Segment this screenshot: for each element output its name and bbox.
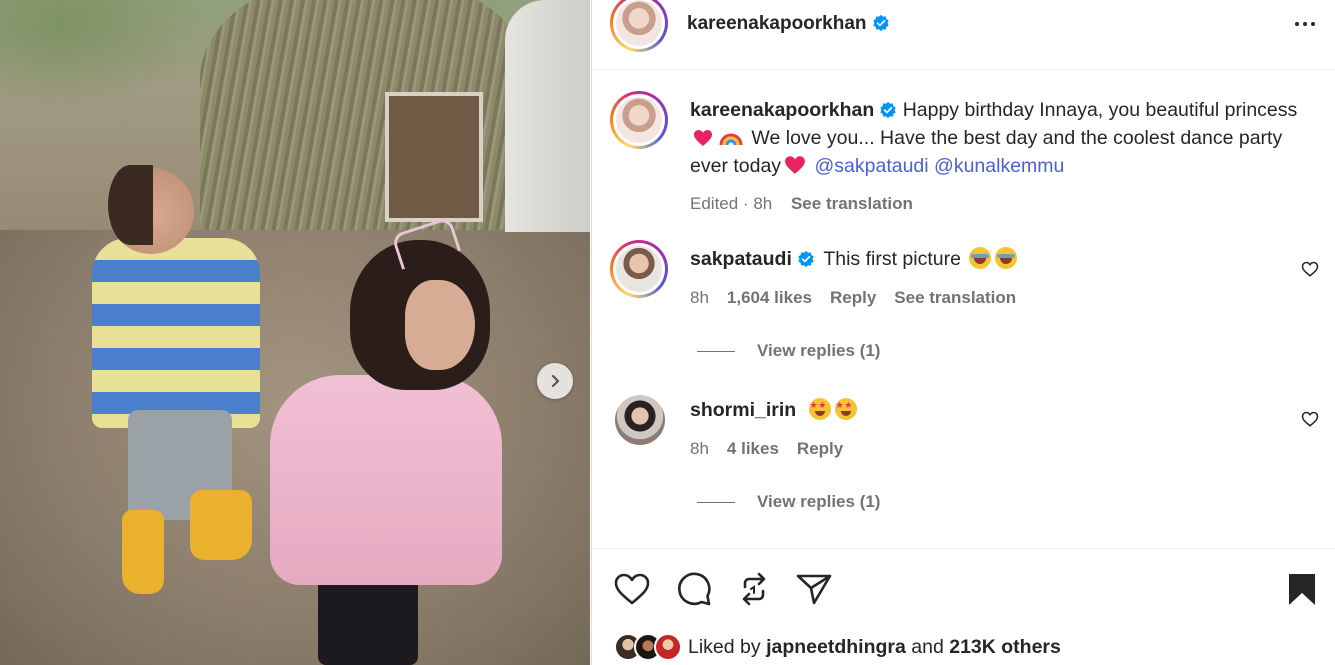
share-icon[interactable] xyxy=(794,569,834,609)
photo-boy-hair xyxy=(108,165,153,245)
caption-meta: Edited · 8h See translation xyxy=(690,194,913,213)
more-options-icon[interactable] xyxy=(1288,10,1322,38)
post-photo[interactable] xyxy=(0,0,590,665)
comment-2-actions: 8h 4 likes Reply xyxy=(690,439,843,459)
divider-line xyxy=(697,501,735,503)
author-avatar[interactable] xyxy=(610,0,668,52)
photo-boot-right xyxy=(190,490,252,560)
caption-time[interactable]: 8h xyxy=(753,194,772,213)
photo-hut-door xyxy=(385,92,483,222)
author-username[interactable]: kareenakapoorkhan xyxy=(687,13,867,34)
divider-line xyxy=(697,350,735,352)
post-header: kareenakapoorkhan xyxy=(592,0,1335,70)
liked-by-conjunction: and xyxy=(911,635,944,658)
see-translation-link[interactable]: See translation xyxy=(894,288,1016,308)
caption-username[interactable]: kareenakapoorkhan xyxy=(690,99,874,121)
laughing-emoji-icon xyxy=(995,247,1018,269)
reply-button[interactable]: Reply xyxy=(797,439,843,459)
comment-time[interactable]: 8h xyxy=(690,288,709,308)
laughing-emoji-icon xyxy=(969,247,992,269)
view-replies-button[interactable]: View replies (1) xyxy=(697,341,880,361)
view-replies-button[interactable]: View replies (1) xyxy=(697,492,880,512)
comment-like-heart-icon[interactable] xyxy=(1301,410,1319,428)
photo-tarp xyxy=(505,0,590,232)
comment-text: This first picture xyxy=(823,248,961,270)
mention-link[interactable]: @sakpataudi xyxy=(814,155,928,177)
photo-girl-sweater xyxy=(270,375,502,585)
reply-button[interactable]: Reply xyxy=(830,288,876,308)
comment-likes[interactable]: 4 likes xyxy=(727,439,779,459)
liked-by-user[interactable]: japneetdhingra xyxy=(766,636,906,658)
post-action-bar: Liked by japneetdhingra and 213K others xyxy=(592,548,1335,665)
comment-1-actions: 8h 1,604 likes Reply See translation xyxy=(690,288,1016,308)
comment-username[interactable]: sakpataudi xyxy=(690,248,792,270)
next-arrow-icon xyxy=(551,374,560,388)
comment-icon[interactable] xyxy=(674,569,714,609)
photo-boy-sweater xyxy=(92,238,260,428)
photo-girl-face xyxy=(405,280,475,370)
comment-like-heart-icon[interactable] xyxy=(1301,260,1319,278)
heart-icon[interactable] xyxy=(612,569,652,609)
post-details-panel: kareenakapoorkhan kareenakapoorkhan Happ… xyxy=(591,0,1335,665)
see-translation-link[interactable]: See translation xyxy=(791,194,913,213)
pink-heart-emoji-icon xyxy=(694,130,712,146)
photo-trees xyxy=(0,0,200,110)
mention-link[interactable]: @kunalkemmu xyxy=(934,155,1064,177)
liked-by-others[interactable]: 213K others xyxy=(949,636,1061,658)
comment-1-body: sakpataudi This first picture xyxy=(690,247,1018,271)
comment-likes[interactable]: 1,604 likes xyxy=(727,288,812,308)
star-struck-emoji-icon xyxy=(808,398,831,420)
post-caption: kareenakapoorkhan Happy birthday Innaya,… xyxy=(690,96,1310,218)
caption-text: Happy birthday Innaya, you beautiful pri… xyxy=(902,99,1298,121)
photo-boot-left xyxy=(122,510,164,594)
repost-icon[interactable] xyxy=(734,569,774,609)
comment-avatar[interactable] xyxy=(610,240,668,298)
verified-badge-icon xyxy=(872,14,889,32)
comment-2-body: shormi_irin xyxy=(690,398,857,422)
edited-label: Edited xyxy=(690,194,739,213)
verified-badge-icon xyxy=(798,250,814,268)
pink-heart-emoji-icon xyxy=(785,156,805,174)
star-struck-emoji-icon xyxy=(834,398,857,420)
comment-time[interactable]: 8h xyxy=(690,439,709,459)
caption-author-avatar[interactable] xyxy=(610,91,668,149)
view-replies-label: View replies (1) xyxy=(757,492,881,511)
comment-avatar[interactable] xyxy=(615,395,665,445)
view-replies-label: View replies (1) xyxy=(757,341,881,360)
liker-avatar xyxy=(654,633,682,661)
liked-by-row[interactable]: Liked by japneetdhingra and 213K others xyxy=(614,633,1061,661)
verified-badge-icon xyxy=(880,101,896,119)
bookmark-icon[interactable] xyxy=(1282,569,1322,609)
next-photo-button[interactable] xyxy=(537,363,573,399)
rainbow-emoji-icon xyxy=(719,133,743,146)
liked-by-text: Liked by japneetdhingra and 213K others xyxy=(688,636,1061,659)
liked-by-prefix: Liked by xyxy=(688,635,761,658)
comment-username[interactable]: shormi_irin xyxy=(690,399,796,421)
